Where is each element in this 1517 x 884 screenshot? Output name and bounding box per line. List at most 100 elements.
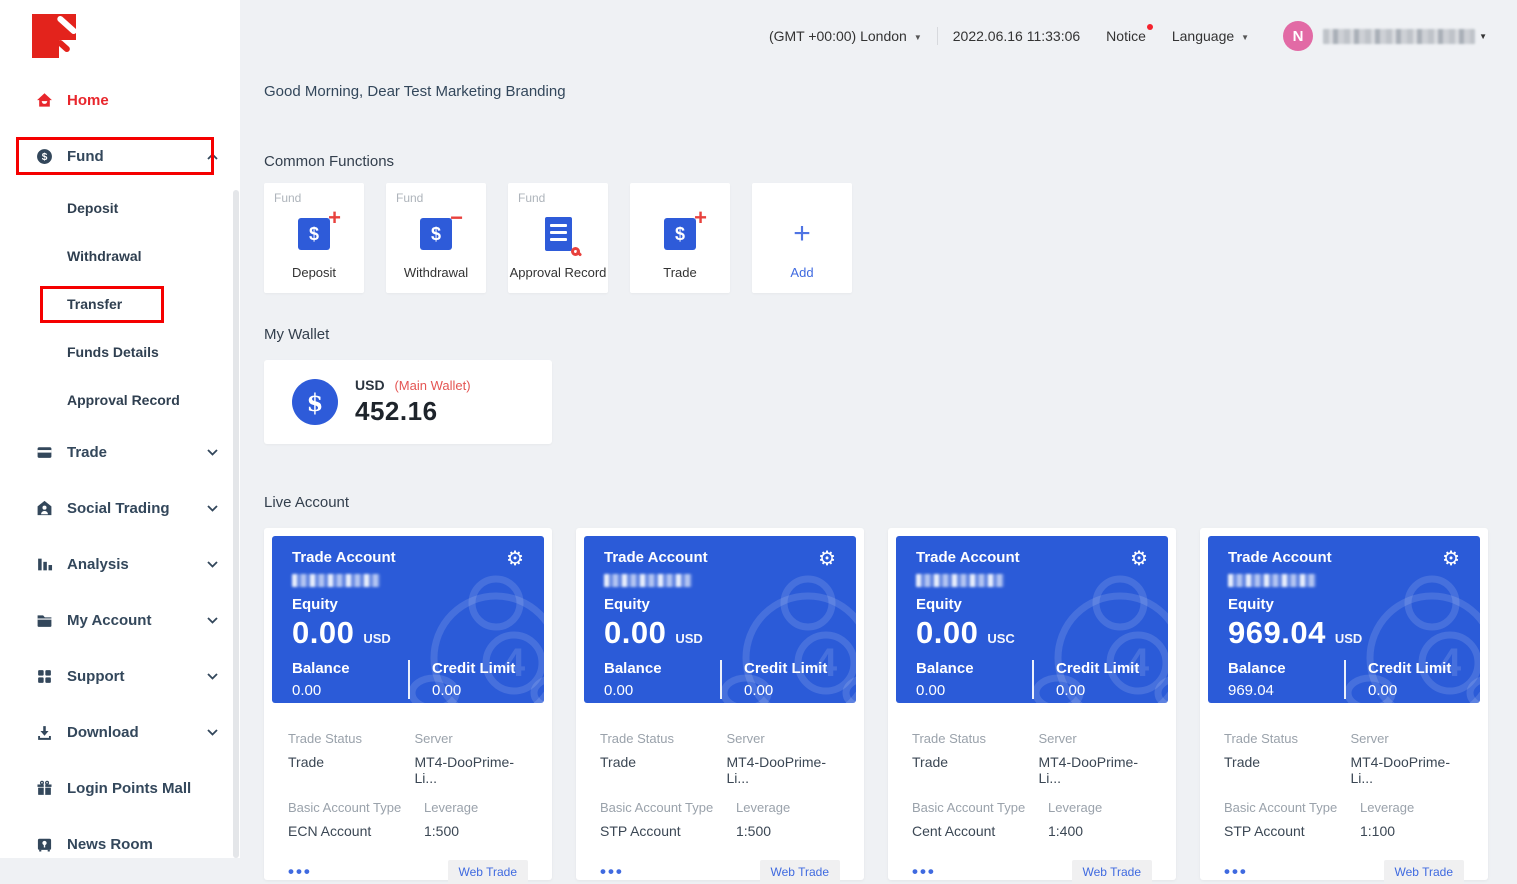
dooprime-logo [32,14,90,60]
sidebar-item-fund[interactable]: $ Fund [0,128,240,184]
common-function-approval-record[interactable]: Fund Approval Record [508,183,608,293]
gear-icon[interactable]: ⚙ [506,549,524,569]
web-trade-button[interactable]: Web Trade [760,860,840,884]
language-dropdown[interactable]: Language▼ [1172,28,1249,44]
trade-account-panel: 4 Trade Account ⚙ Equity 0.00 USC Bala [896,536,1168,703]
sidebar-item-download[interactable]: Download [0,704,240,760]
sidebar-item-withdrawal[interactable]: Withdrawal [0,232,240,280]
sidebar-item-analysis[interactable]: Analysis [0,536,240,592]
trade-account-panel: 4 Trade Account ⚙ Equity 0.00 USD Bala [584,536,856,703]
approval-record-icon [545,217,572,251]
more-actions-button[interactable]: ••• [1224,862,1248,882]
my-wallet-section: My Wallet $ USD (Main Wallet) 452.16 [264,326,552,444]
account-type-value: ECN Account [288,823,424,839]
gear-icon[interactable]: ⚙ [818,549,836,569]
sidebar-item-label: Social Trading [67,500,170,517]
account-number-blurred [916,574,1004,587]
leverage-value: 1:500 [736,823,790,839]
trade-status-value: Trade [600,754,726,770]
equity-value: 0.00 [604,615,666,651]
sidebar-scrollbar[interactable] [233,190,239,858]
sidebar-item-deposit[interactable]: Deposit [0,184,240,232]
sidebar-item-approval-record[interactable]: Approval Record [0,376,240,424]
language-label: Language [1172,28,1234,44]
gear-icon[interactable]: ⚙ [1442,549,1460,569]
notice-button[interactable]: Notice [1106,28,1146,44]
sidebar-item-label: Fund [67,148,104,165]
account-number-blurred [292,574,380,587]
sidebar-item-transfer[interactable]: Transfer [0,280,240,328]
sidebar-item-label: Transfer [67,296,122,312]
live-account-card: 4 Trade Account ⚙ Equity 0.00 USD Bala [264,528,552,880]
account-type-value: STP Account [600,823,736,839]
more-actions-button[interactable]: ••• [600,862,624,882]
account-type-value: STP Account [1224,823,1360,839]
chevron-up-icon [207,153,218,160]
more-actions-button[interactable]: ••• [288,862,312,882]
sidebar-item-funds-details[interactable]: Funds Details [0,328,240,376]
chevron-down-icon [207,449,218,456]
chevron-down-icon [207,561,218,568]
avatar[interactable]: N [1283,21,1313,51]
sidebar-item-support[interactable]: Support [0,648,240,704]
credit-limit-label: Credit Limit [744,660,827,677]
common-function-deposit[interactable]: Fund $+ Deposit [264,183,364,293]
analysis-bars-icon [36,556,53,573]
balance-label: Balance [604,660,720,677]
sidebar-item-home[interactable]: Home [0,72,240,128]
caret-down-icon: ▼ [914,33,922,42]
gear-icon[interactable]: ⚙ [1130,549,1148,569]
leverage-value: 1:400 [1048,823,1102,839]
server-value: MT4-DooPrime-Li... [1350,754,1464,786]
server-label: Server [1350,731,1464,746]
sidebar-item-label: News Room [67,836,153,853]
trade-status-value: Trade [912,754,1038,770]
web-trade-button[interactable]: Web Trade [1072,860,1152,884]
add-function-card[interactable]: + Add [752,183,852,293]
balance-value: 0.00 [292,682,408,699]
sidebar-item-news-room[interactable]: News Room [0,816,240,872]
credit-limit-value: 0.00 [1368,682,1451,699]
live-account-card: 4 Trade Account ⚙ Equity 0.00 USC Bala [888,528,1176,880]
username-blurred[interactable] [1323,29,1475,44]
trade-account-title: Trade Account [916,549,1020,566]
sidebar-item-trade[interactable]: Trade [0,424,240,480]
sidebar-item-label: Approval Record [67,392,180,408]
common-function-trade[interactable]: $+ Trade [630,183,730,293]
account-type-label: Basic Account Type [1224,800,1360,815]
chevron-down-icon [207,729,218,736]
card-label: Trade [630,265,730,280]
sidebar-item-login-points-mall[interactable]: Login Points Mall [0,760,240,816]
server-value: MT4-DooPrime-Li... [414,754,528,786]
trade-account-title: Trade Account [292,549,396,566]
web-trade-button[interactable]: Web Trade [448,860,528,884]
card-label: Approval Record [508,265,608,280]
news-room-icon [36,836,53,853]
card-label: Add [752,265,852,280]
trade-status-label: Trade Status [288,731,414,746]
sidebar-item-label: Download [67,724,139,741]
withdrawal-icon: $− [420,218,452,250]
wallet-amount: 452.16 [355,396,471,427]
sidebar-item-my-account[interactable]: My Account [0,592,240,648]
sidebar-item-social-trading[interactable]: Social Trading [0,480,240,536]
divider [1032,660,1034,699]
section-title: My Wallet [264,326,552,343]
notification-dot [1147,24,1153,30]
sidebar-nav: Home $ Fund Deposit Withdrawal Transfer … [0,72,240,872]
section-title: Common Functions [264,153,852,170]
card-category: Fund [518,191,608,205]
timezone-dropdown[interactable]: (GMT +00:00) London▼ [769,28,922,44]
equity-currency: USD [1335,631,1362,646]
more-actions-button[interactable]: ••• [912,862,936,882]
common-function-withdrawal[interactable]: Fund $− Withdrawal [386,183,486,293]
divider [408,660,410,699]
sidebar-item-label: Withdrawal [67,248,142,264]
sidebar-item-label: Login Points Mall [67,780,191,797]
server-value: MT4-DooPrime-Li... [726,754,840,786]
download-icon [36,724,53,741]
leverage-label: Leverage [736,800,790,815]
web-trade-button[interactable]: Web Trade [1384,860,1464,884]
trade-status-value: Trade [1224,754,1350,770]
main-wallet-tag: (Main Wallet) [394,378,470,393]
